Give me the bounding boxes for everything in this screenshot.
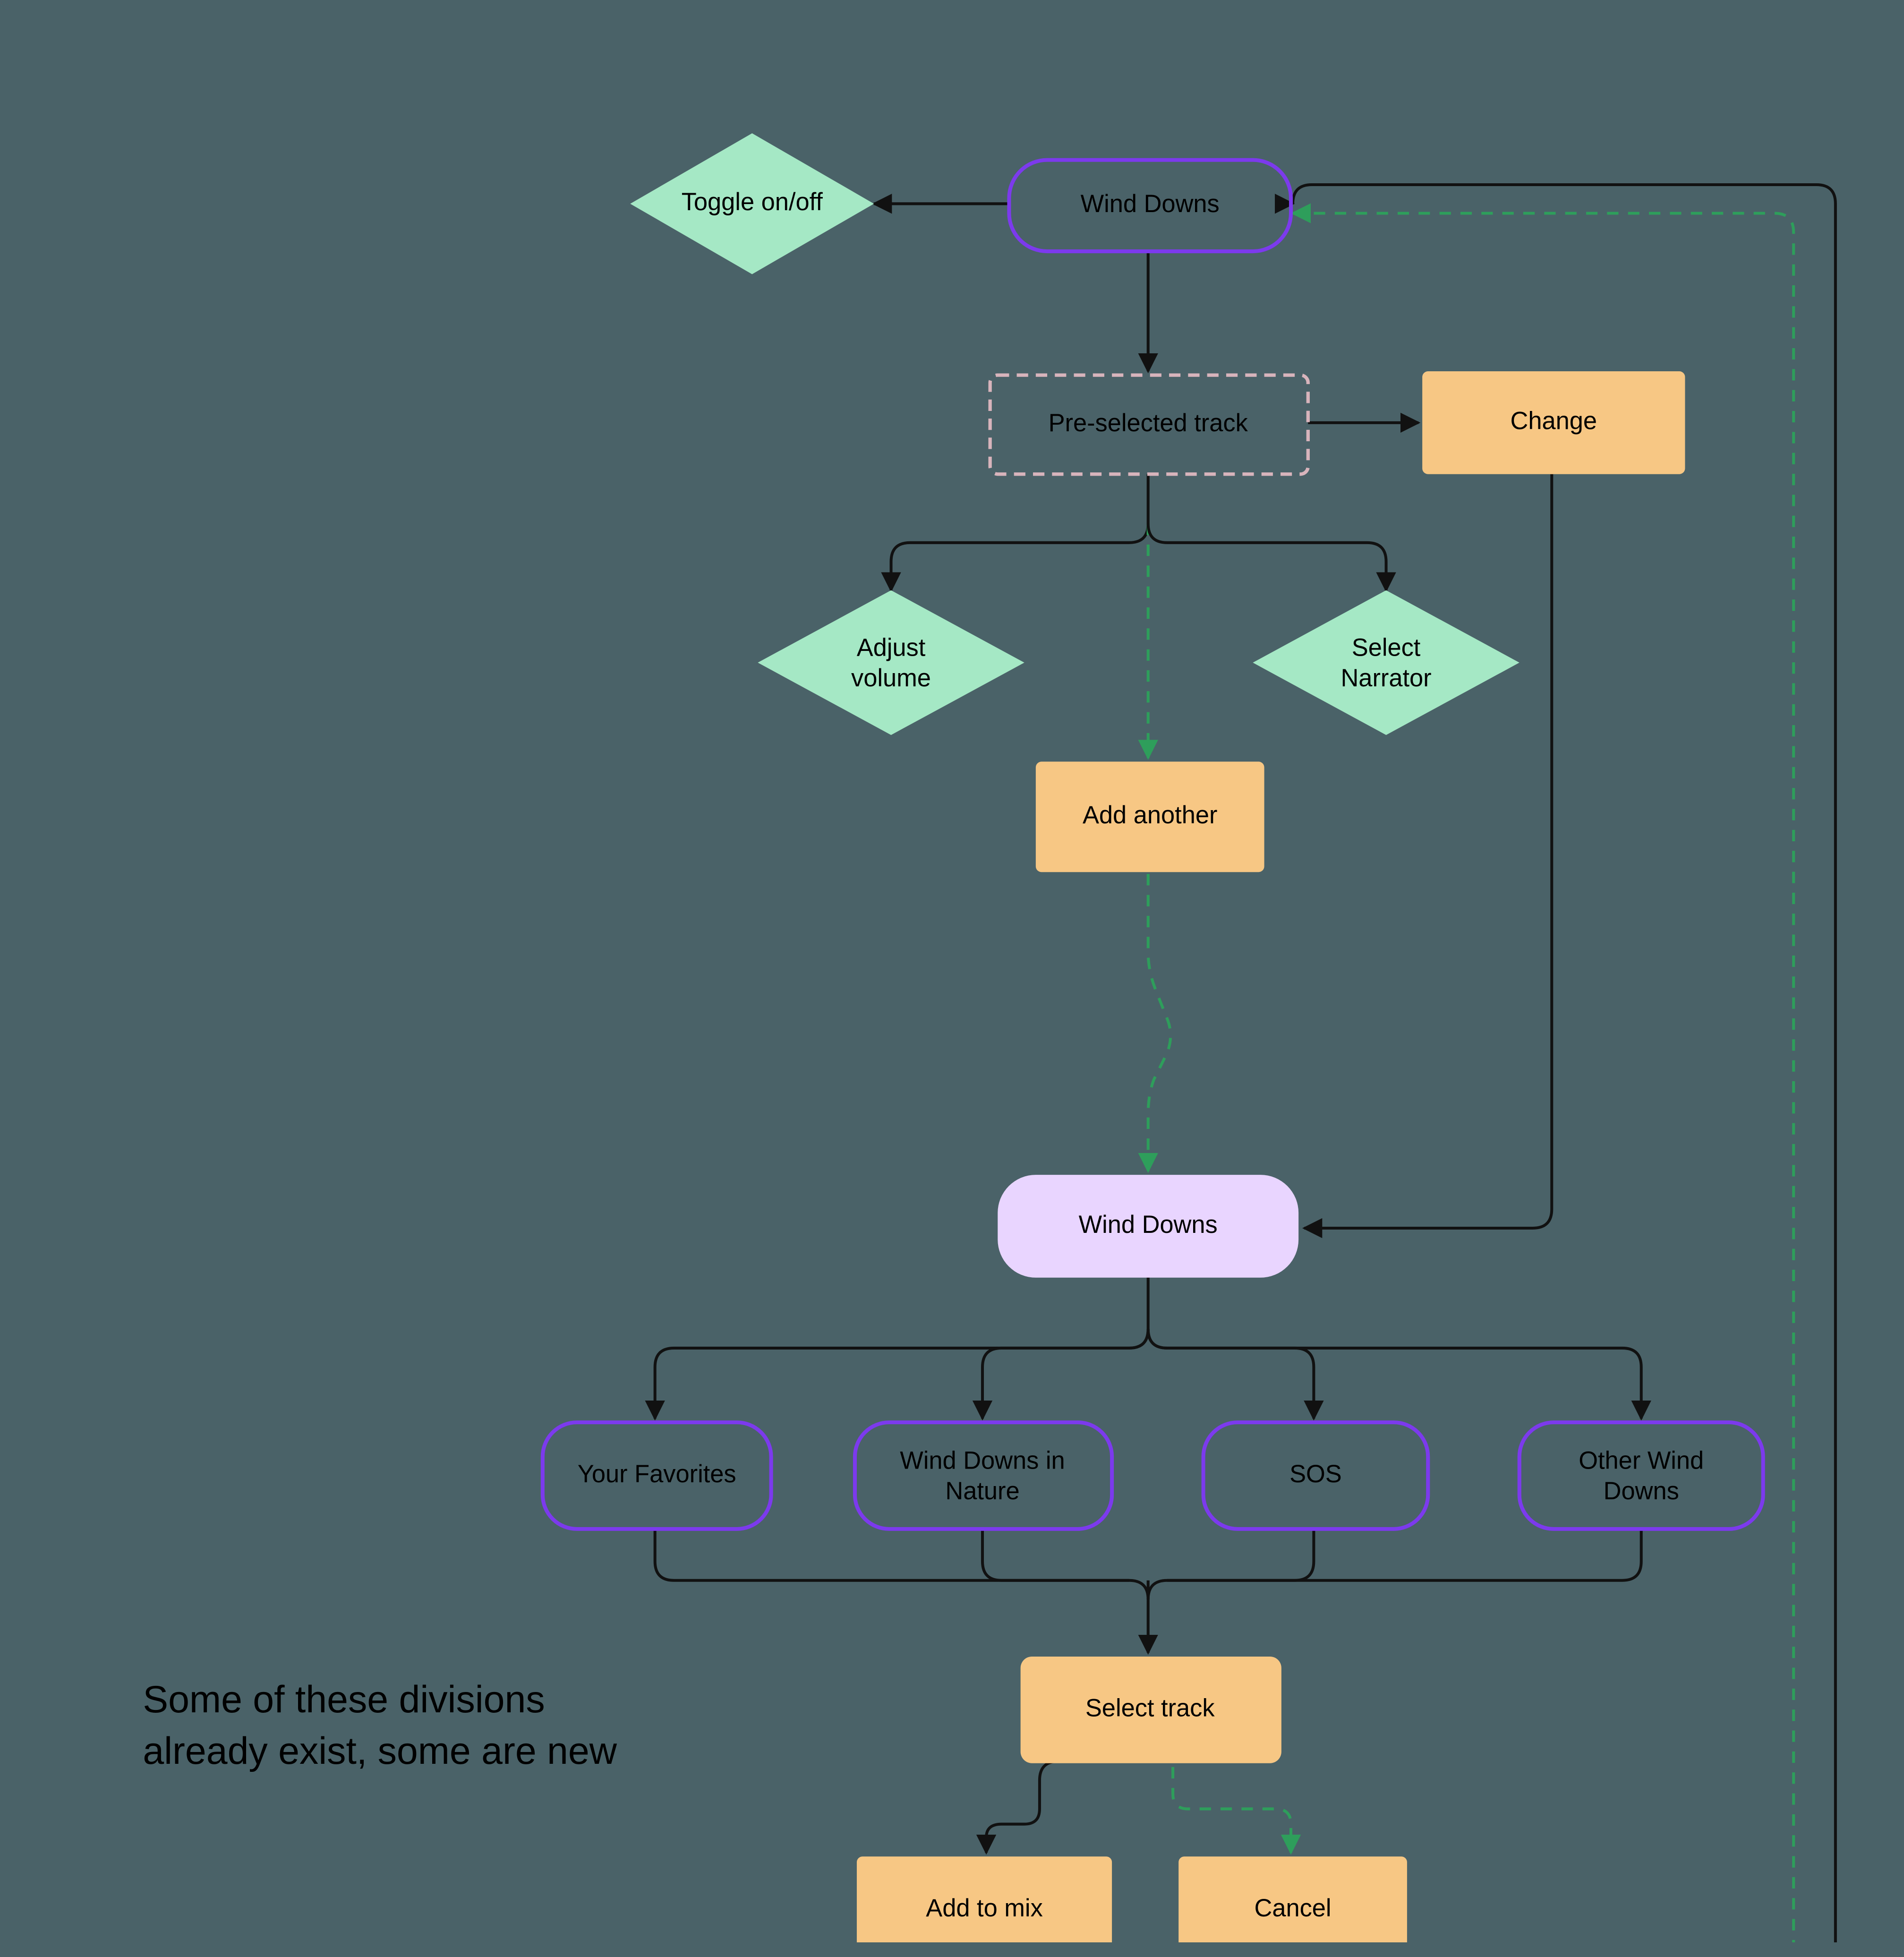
annotation-line1: Some of these divisions: [143, 1678, 545, 1721]
node-cancel: Cancel: [1178, 1856, 1407, 1942]
node-adjust-volume-label2: volume: [851, 665, 931, 692]
node-winddowns-nature-label2: Nature: [945, 1478, 1019, 1505]
node-select-track-label: Select track: [1085, 1695, 1215, 1722]
node-other-winddowns-label2: Downs: [1604, 1478, 1679, 1505]
node-add-another: Add another: [1036, 761, 1264, 872]
node-winddowns-top-label: Wind Downs: [1081, 190, 1220, 218]
node-cancel-label: Cancel: [1255, 1895, 1332, 1922]
node-add-to-mix: Add to mix: [857, 1856, 1112, 1942]
node-change: Change: [1422, 371, 1685, 474]
node-change-label: Change: [1511, 408, 1597, 435]
node-winddowns-mid-label: Wind Downs: [1079, 1211, 1218, 1239]
node-select-narrator-label1: Select: [1352, 634, 1421, 661]
flowchart-canvas: Toggle on/off Wind Downs Pre-selected tr…: [0, 0, 1904, 1942]
node-preselected-label: Pre-selected track: [1049, 410, 1248, 437]
node-select-track: Select track: [1021, 1657, 1281, 1763]
node-winddowns-nature-label1: Wind Downs in: [900, 1447, 1065, 1475]
node-add-to-mix-label: Add to mix: [926, 1895, 1043, 1922]
node-winddowns-top: Wind Downs: [1009, 160, 1291, 251]
canvas-bg: [0, 0, 1904, 1942]
node-your-favorites-label: Your Favorites: [578, 1461, 736, 1488]
node-other-winddowns-label1: Other Wind: [1579, 1447, 1704, 1475]
node-toggle-label: Toggle on/off: [682, 188, 823, 216]
node-add-another-label: Add another: [1083, 802, 1217, 829]
node-winddowns-mid: Wind Downs: [998, 1175, 1298, 1278]
node-sos-label: SOS: [1289, 1461, 1342, 1488]
node-adjust-volume-label1: Adjust: [857, 634, 926, 661]
annotation-line2: already exist, some are new: [143, 1730, 617, 1772]
node-select-narrator-label2: Narrator: [1340, 665, 1431, 692]
